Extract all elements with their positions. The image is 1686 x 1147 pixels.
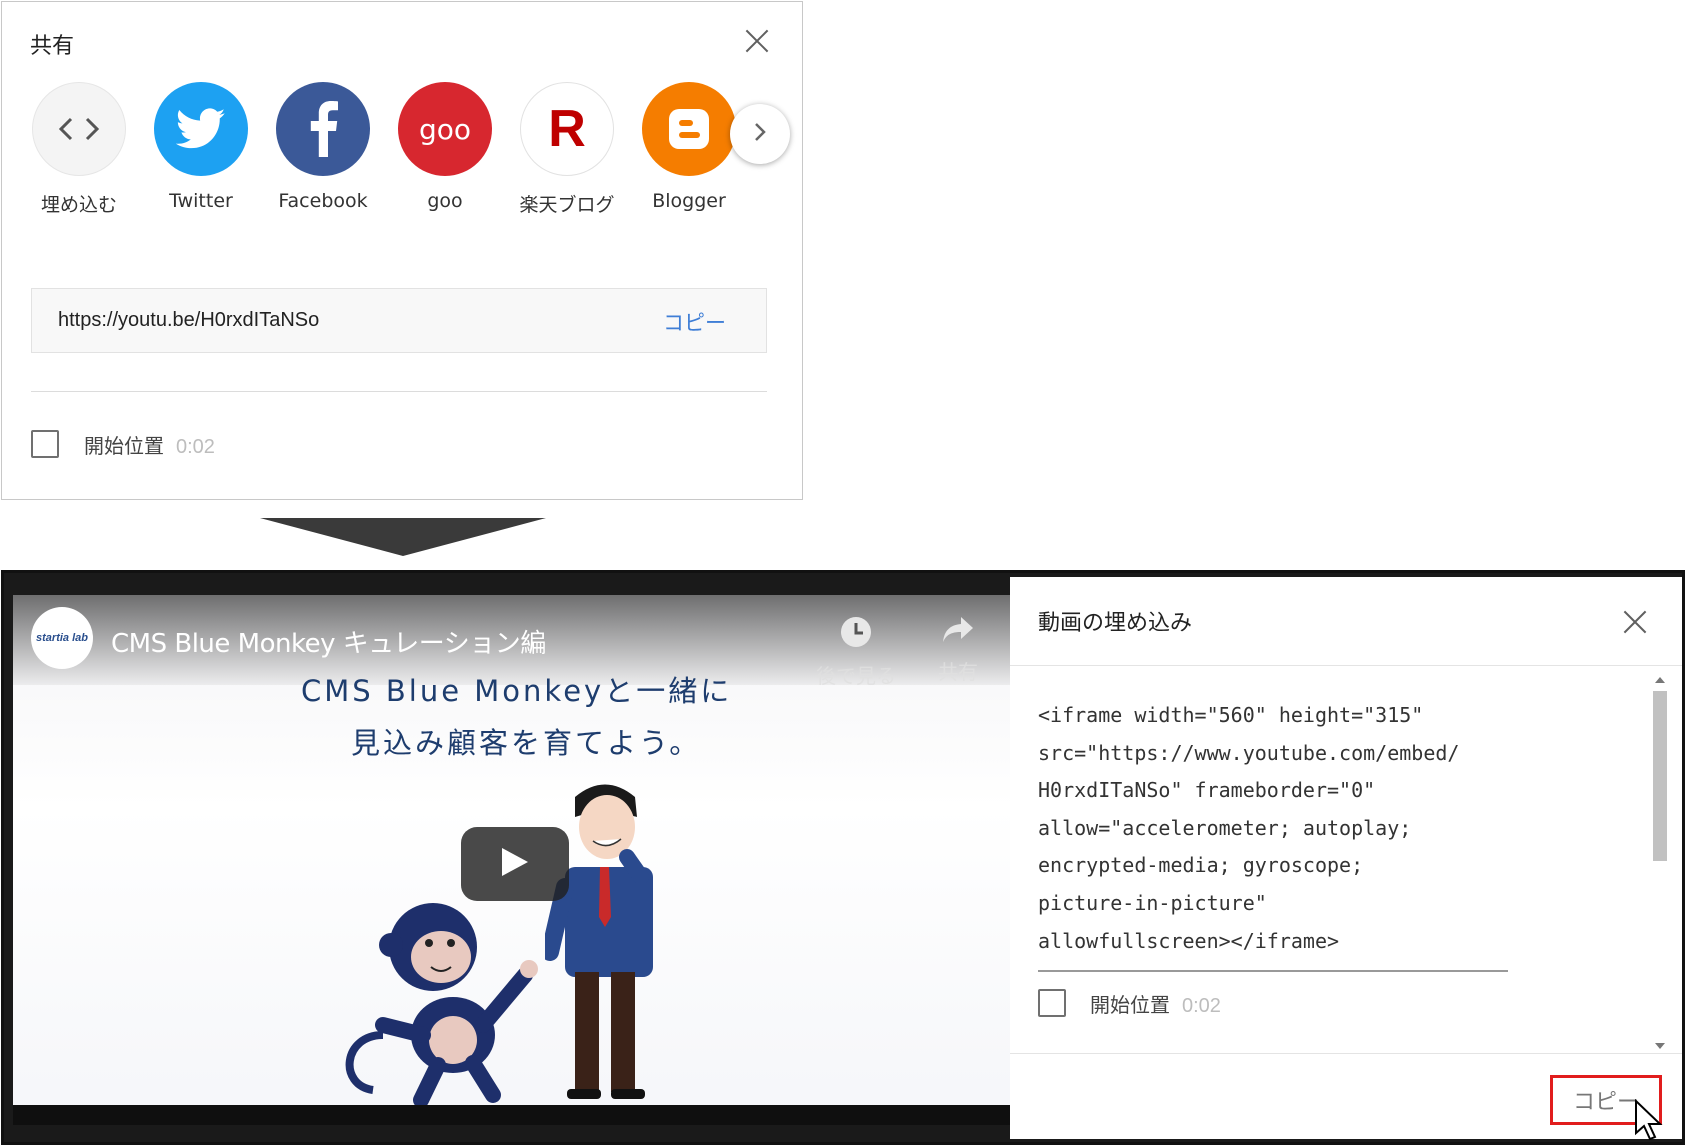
goo-icon: goo xyxy=(398,82,492,176)
scroll-down-arrow-icon[interactable] xyxy=(1655,1043,1665,1049)
share-url[interactable]: https://youtu.be/H0rxdITaNSo xyxy=(58,309,319,332)
share-targets-row: 埋め込む Twitter Facebook goo goo R 楽天ブログ Bl… xyxy=(32,82,800,222)
embed-panel-header: 動画の埋め込み xyxy=(1010,577,1682,666)
share-target-label: 埋め込む xyxy=(40,194,117,216)
embed-panel-title: 動画の埋め込み xyxy=(1038,611,1193,636)
share-dialog-title: 共有 xyxy=(30,34,75,59)
embed-code-textarea[interactable]: <iframe width="560" height="315" src="ht… xyxy=(1038,697,1508,973)
share-target-label: Facebook xyxy=(278,190,368,212)
share-url-box[interactable]: https://youtu.be/H0rxdITaNSo コピー xyxy=(31,288,767,353)
close-icon[interactable] xyxy=(742,26,772,56)
share-target-facebook[interactable]: Facebook xyxy=(262,82,384,212)
embed-start-at-label: 開始位置 0:02 xyxy=(1090,989,1221,1018)
code-line: allowfullscreen></iframe> xyxy=(1038,928,1340,953)
code-line: encrypted-media; gyroscope; xyxy=(1038,853,1364,878)
down-arrow-icon xyxy=(260,518,546,556)
watch-later-button[interactable]: 後で見る xyxy=(801,615,911,689)
twitter-icon xyxy=(154,82,248,176)
share-target-label: goo xyxy=(427,190,463,212)
start-at-checkbox[interactable] xyxy=(31,430,59,458)
share-target-label: 楽天ブログ xyxy=(519,194,615,216)
start-at-text: 開始位置 xyxy=(84,434,164,458)
code-line: H0rxdITaNSo" frameborder="0" xyxy=(1038,778,1376,803)
clock-icon xyxy=(839,617,873,654)
close-icon[interactable] xyxy=(1620,607,1650,637)
code-line: allow="accelerometer; autoplay; xyxy=(1038,815,1412,840)
rakuten-logo-text: R xyxy=(548,100,586,158)
share-target-blogger[interactable]: Blogger xyxy=(628,82,750,212)
video-player[interactable]: startia lab CMS Blue Monkey キュレーション編 後で見… xyxy=(13,595,1013,1125)
businessman-illustration xyxy=(545,784,653,1099)
video-share-label: 共有 xyxy=(938,660,978,684)
facebook-icon xyxy=(276,82,370,176)
start-at-label: 開始位置 0:02 xyxy=(84,430,215,459)
code-line: picture-in-picture" xyxy=(1038,890,1267,915)
copy-url-button[interactable]: コピー xyxy=(663,307,726,337)
embed-footer-divider xyxy=(1010,1053,1682,1054)
embed-start-at-checkbox[interactable] xyxy=(1038,989,1066,1017)
play-icon xyxy=(500,846,530,883)
chevron-right-icon xyxy=(753,121,767,148)
rakuten-icon: R xyxy=(520,82,614,176)
video-caption-line-2: 見込み顧客を育てよう。 xyxy=(351,726,702,760)
embed-scrollbar[interactable] xyxy=(1650,673,1670,1053)
watch-later-label: 後で見る xyxy=(816,664,896,688)
share-target-label: Blogger xyxy=(652,190,726,212)
player-bottom-bar xyxy=(13,1105,1013,1125)
code-line: src="https://www.youtube.com/embed/ xyxy=(1038,740,1460,765)
share-next-button[interactable] xyxy=(730,104,790,164)
share-dialog: 共有 埋め込む Twitter Facebook goo goo R 楽天ブログ… xyxy=(1,1,803,500)
video-share-button[interactable]: 共有 xyxy=(923,615,993,685)
embed-code-icon xyxy=(32,82,126,176)
share-target-twitter[interactable]: Twitter xyxy=(140,82,262,212)
embed-start-at-time: 0:02 xyxy=(1182,995,1221,1017)
share-target-label: Twitter xyxy=(169,190,233,212)
embed-start-at-text: 開始位置 xyxy=(1090,993,1170,1017)
embed-player-frame: startia lab CMS Blue Monkey キュレーション編 後で見… xyxy=(1,570,1685,1145)
start-at-time: 0:02 xyxy=(176,436,215,458)
share-target-goo[interactable]: goo goo xyxy=(384,82,506,212)
embed-panel: 動画の埋め込み <iframe width="560" height="315"… xyxy=(1010,577,1682,1141)
scroll-up-arrow-icon[interactable] xyxy=(1655,677,1665,683)
video-title[interactable]: CMS Blue Monkey キュレーション編 xyxy=(111,623,546,660)
divider xyxy=(31,391,767,392)
scroll-thumb[interactable] xyxy=(1653,691,1667,861)
goo-logo-text: goo xyxy=(418,112,472,146)
play-button[interactable] xyxy=(461,827,569,901)
share-arrow-icon xyxy=(941,617,975,650)
channel-logo-text: startia lab xyxy=(36,632,88,644)
channel-avatar[interactable]: startia lab xyxy=(31,607,93,669)
share-target-rakuten[interactable]: R 楽天ブログ xyxy=(506,82,628,217)
code-line: <iframe width="560" height="315" xyxy=(1038,703,1424,727)
video-caption-line-1: CMS Blue Monkeyと一緒に xyxy=(301,674,733,708)
mouse-cursor-icon xyxy=(1635,1099,1663,1141)
blogger-icon xyxy=(642,82,736,176)
share-target-embed[interactable]: 埋め込む xyxy=(18,82,140,217)
monkey-illustration xyxy=(345,903,538,1108)
